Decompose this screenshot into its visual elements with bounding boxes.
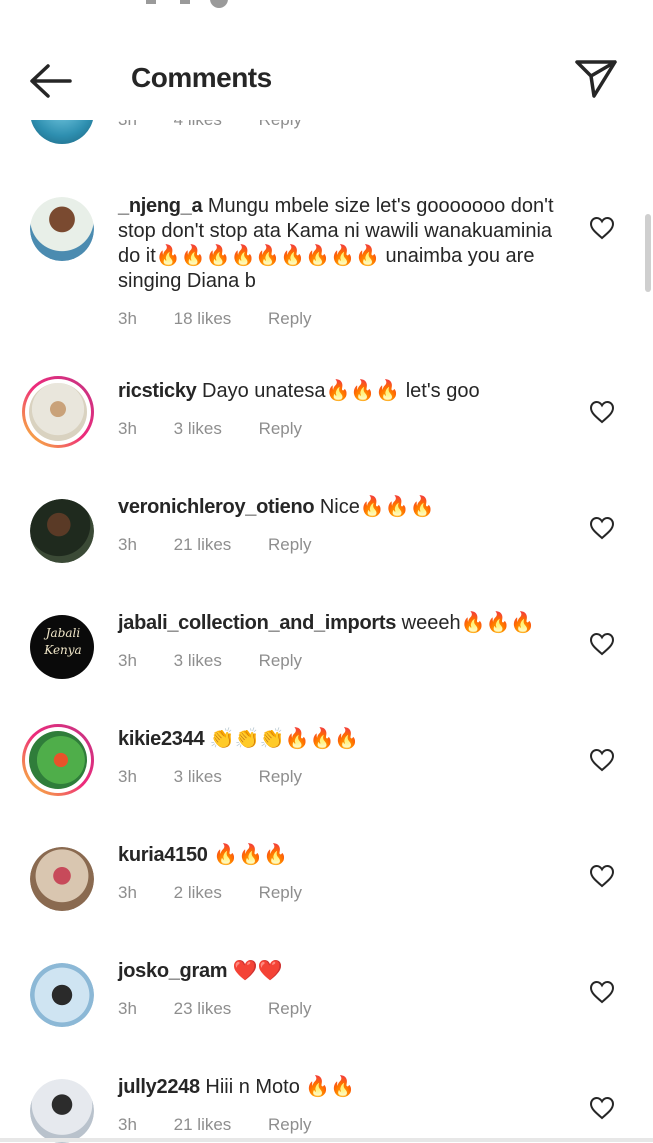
comment-body: _njeng_a Mungu mbele size let's gooooooo… bbox=[118, 194, 558, 294]
reply-button[interactable]: Reply bbox=[259, 419, 302, 439]
comment-username[interactable]: kikie2344 bbox=[118, 728, 205, 750]
avatar[interactable] bbox=[22, 724, 94, 796]
comment-time: 3h bbox=[118, 651, 137, 670]
comment-time: 3h bbox=[118, 535, 137, 554]
paper-plane-icon bbox=[575, 60, 617, 98]
comment-text: Nice🔥🔥🔥 bbox=[319, 496, 435, 518]
brand-logo: Jabali Kenya bbox=[34, 625, 92, 659]
avatar[interactable] bbox=[30, 963, 94, 1027]
comment-likes[interactable]: 3 likes bbox=[174, 419, 222, 439]
comment-text: Hiii n Moto 🔥🔥 bbox=[205, 1076, 356, 1098]
heart-outline-icon[interactable] bbox=[588, 631, 616, 657]
comment-body: jabali_collection_and_imports weeeh🔥🔥🔥 bbox=[118, 611, 558, 636]
comment-time: 3h bbox=[118, 767, 137, 786]
avatar[interactable]: Jabali Kenya bbox=[30, 615, 94, 679]
arrow-left-icon bbox=[30, 64, 72, 98]
comment-username[interactable]: jully2248 bbox=[118, 1076, 200, 1098]
comment-body: josko_gram ❤️❤️ bbox=[118, 959, 558, 984]
reply-button[interactable]: Reply bbox=[259, 883, 302, 903]
comment-meta: 3h 3 likes Reply bbox=[118, 767, 334, 787]
comment-meta: 3h 23 likes Reply bbox=[118, 999, 344, 1019]
comment-likes[interactable]: 3 likes bbox=[174, 651, 222, 671]
reply-button[interactable]: Reply bbox=[259, 767, 302, 787]
comment-meta: 3h 18 likes Reply bbox=[118, 309, 344, 329]
heart-outline-icon[interactable] bbox=[588, 747, 616, 773]
avatar[interactable] bbox=[30, 197, 94, 261]
comment-body: veronichleroy_otieno Nice🔥🔥🔥 bbox=[118, 495, 558, 520]
comment-body: kuria4150 🔥🔥🔥 bbox=[118, 843, 558, 868]
comment-time: 3h bbox=[118, 1115, 137, 1134]
heart-outline-icon[interactable] bbox=[588, 979, 616, 1005]
comment-time: 3h bbox=[118, 883, 137, 902]
comment-username[interactable]: _njeng_a bbox=[118, 195, 203, 217]
heart-outline-icon[interactable] bbox=[588, 399, 616, 425]
comment-body: kikie2344 👏👏👏🔥🔥🔥 bbox=[118, 727, 558, 752]
avatar[interactable] bbox=[22, 376, 94, 448]
comment-likes[interactable]: 2 likes bbox=[174, 883, 222, 903]
comment-likes[interactable]: 21 likes bbox=[174, 1115, 232, 1135]
logo-text: Jabali bbox=[45, 626, 81, 640]
comment-text: weeeh🔥🔥🔥 bbox=[401, 612, 536, 634]
comment-text: 👏👏👏🔥🔥🔥 bbox=[209, 728, 360, 750]
notification-icon bbox=[210, 0, 228, 8]
comment-text: Dayo unatesa🔥🔥🔥 let's goo bbox=[202, 380, 480, 402]
avatar[interactable] bbox=[30, 499, 94, 563]
comment-body: jully2248 Hiii n Moto 🔥🔥 bbox=[118, 1075, 558, 1100]
comment-meta: 3h 3 likes Reply bbox=[118, 419, 334, 439]
page-title: Comments bbox=[131, 62, 272, 93]
comment-body: ricsticky Dayo unatesa🔥🔥🔥 let's goo bbox=[118, 379, 558, 404]
comment-username[interactable]: veronichleroy_otieno bbox=[118, 496, 315, 518]
comment-time: 3h bbox=[118, 419, 137, 438]
reply-button[interactable]: Reply bbox=[268, 1115, 311, 1135]
comment-likes[interactable]: 3 likes bbox=[174, 767, 222, 787]
logo-text: Kenya bbox=[44, 643, 82, 657]
comment-likes[interactable]: 21 likes bbox=[174, 535, 232, 555]
comment-meta: 3h 3 likes Reply bbox=[118, 651, 334, 671]
heart-outline-icon[interactable] bbox=[588, 863, 616, 889]
comment-meta: 3h 21 likes Reply bbox=[118, 535, 344, 555]
back-button[interactable] bbox=[26, 58, 76, 104]
signal-icon bbox=[146, 0, 156, 4]
comment-username[interactable]: josko_gram bbox=[118, 960, 228, 982]
status-bar bbox=[0, 0, 653, 14]
comment-username[interactable]: kuria4150 bbox=[118, 844, 208, 866]
share-button[interactable] bbox=[572, 56, 620, 102]
comment-text: ❤️❤️ bbox=[232, 960, 283, 982]
comment-text: 🔥🔥🔥 bbox=[213, 844, 288, 866]
comment-time: 3h bbox=[118, 309, 137, 328]
heart-outline-icon[interactable] bbox=[588, 215, 616, 241]
reply-button[interactable]: Reply bbox=[268, 535, 311, 555]
wifi-icon bbox=[180, 0, 190, 4]
comment-time: 3h bbox=[118, 999, 137, 1018]
reply-button[interactable]: Reply bbox=[268, 999, 311, 1019]
comment-likes[interactable]: 23 likes bbox=[174, 999, 232, 1019]
heart-outline-icon[interactable] bbox=[588, 1095, 616, 1121]
comment-username[interactable]: ricsticky bbox=[118, 380, 197, 402]
app-header: Comments bbox=[0, 40, 653, 120]
scrollbar[interactable] bbox=[645, 214, 651, 292]
comment-meta: 3h 21 likes Reply bbox=[118, 1115, 344, 1135]
heart-outline-icon[interactable] bbox=[588, 515, 616, 541]
bottom-divider bbox=[0, 1138, 653, 1142]
comment-username[interactable]: jabali_collection_and_imports bbox=[118, 612, 396, 634]
comment-likes[interactable]: 18 likes bbox=[174, 309, 232, 329]
avatar[interactable] bbox=[30, 847, 94, 911]
reply-button[interactable]: Reply bbox=[259, 651, 302, 671]
avatar[interactable] bbox=[30, 1079, 94, 1143]
comment-meta: 3h 2 likes Reply bbox=[118, 883, 334, 903]
reply-button[interactable]: Reply bbox=[268, 309, 311, 329]
